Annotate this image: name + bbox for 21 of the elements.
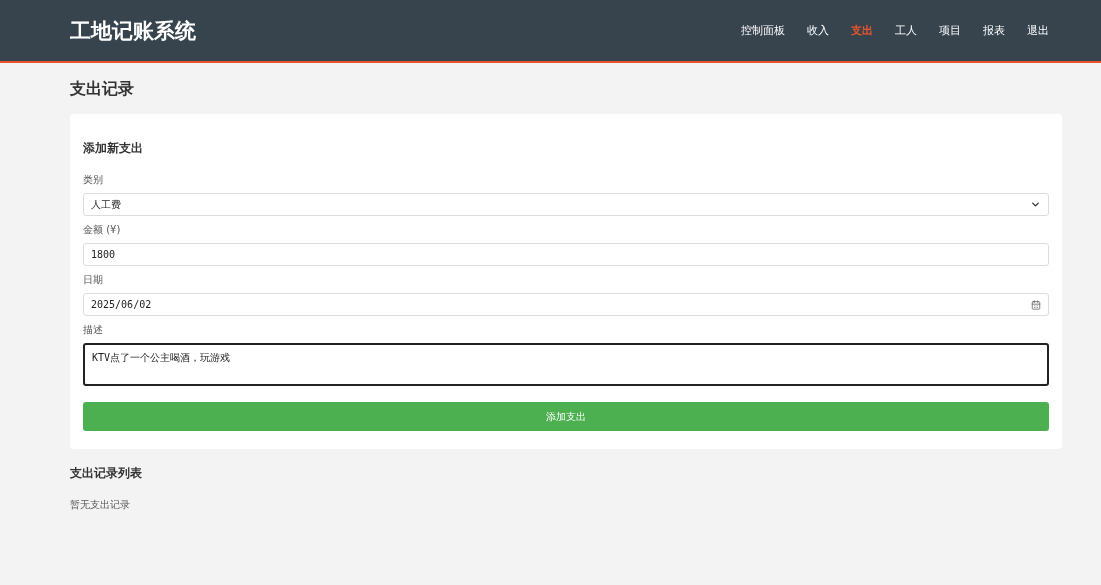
field-label: 金额 (¥) (83, 223, 122, 237)
field-label: 类别 (83, 173, 104, 187)
list-title: 支出记录列表 (70, 465, 143, 482)
chevron-down-icon (1030, 199, 1041, 210)
category-select[interactable]: 人工费 (83, 193, 1049, 216)
nav-link[interactable]: 项目 (931, 19, 969, 42)
nav-link[interactable]: 报表 (975, 19, 1013, 42)
field-label: 描述 (83, 323, 104, 337)
site-logo: 工地记账系统 (70, 17, 196, 45)
field-label: 日期 (83, 273, 104, 287)
nav-link[interactable]: 退出 (1019, 19, 1057, 42)
description-textarea[interactable]: KTV点了一个公主喝酒，玩游戏 (83, 343, 1049, 386)
form-title: 添加新支出 (83, 140, 144, 157)
nav-link[interactable]: 收入 (799, 19, 837, 42)
calendar-icon (1031, 299, 1041, 310)
empty-message: 暂无支出记录 (70, 498, 131, 512)
amount-field[interactable]: 1800 (83, 243, 1049, 266)
nav-link[interactable]: 控制面板 (733, 19, 793, 42)
page-title: 支出记录 (70, 79, 135, 100)
date-field[interactable]: 2025/06/02 (83, 293, 1049, 316)
nav-link[interactable]: 工人 (887, 19, 925, 42)
